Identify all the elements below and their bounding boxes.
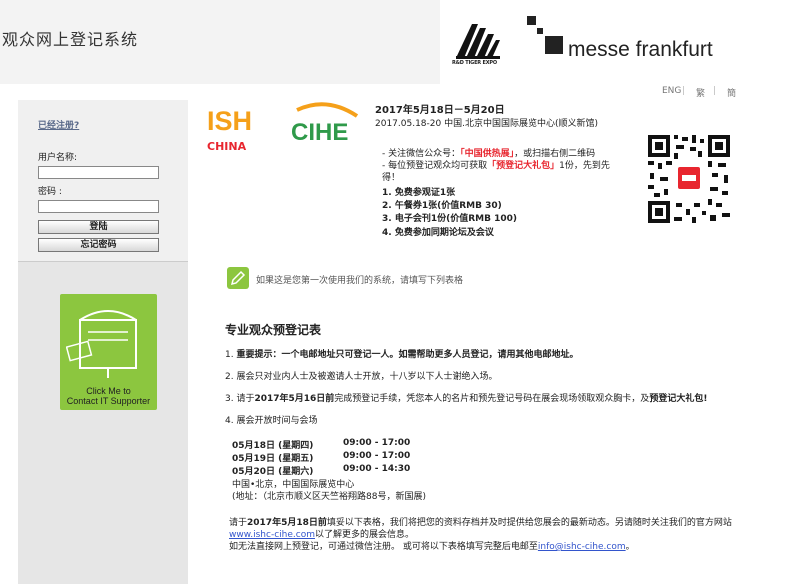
- email-link[interactable]: info@ishc-cihe.com: [538, 542, 626, 552]
- system-title: 观众网上登记系统: [2, 30, 139, 49]
- messe-frankfurt-wordmark: messe frankfurt: [568, 38, 713, 61]
- cihe-logo: CIHE: [291, 102, 359, 146]
- note-1: 1. 重要提示：一个电邮地址只可登记一人。如需帮助更多人员登记，请用其他电邮地址…: [225, 347, 578, 360]
- username-input[interactable]: [38, 166, 159, 179]
- lang-separator: |: [682, 86, 686, 96]
- already-registered-link[interactable]: 已经注册?: [38, 118, 79, 131]
- password-label: 密码 :: [38, 187, 62, 197]
- perk-item: 1. 免费参观证1张: [382, 188, 456, 198]
- forgot-password-button[interactable]: 忘记密码: [38, 238, 159, 252]
- lang-separator: |: [713, 86, 717, 96]
- note-4: 4. 展会开放时间与会场: [225, 416, 318, 426]
- ish-logo: ISH: [207, 106, 252, 137]
- form-title: 专业观众预登记表: [225, 323, 322, 337]
- note-1-num: 1.: [225, 350, 237, 360]
- gift-tip-end: 得！: [382, 173, 401, 183]
- lang-traditional-link[interactable]: 繁: [696, 86, 705, 99]
- schedule-day: 05月20日 (星期六): [232, 467, 314, 477]
- pencil-icon: [227, 267, 249, 289]
- gift-tip-red: 「预登记大礼包」: [487, 161, 560, 171]
- schedule-day: 05月19日 (星期五): [232, 454, 314, 464]
- footer-line-3-end: 。: [625, 542, 635, 552]
- schedule-time: 09:00 - 17:00: [343, 438, 411, 448]
- ish-logo-text: ISH: [207, 106, 253, 136]
- perk-item: 2. 午餐券1张(价值RMB 30): [382, 201, 502, 211]
- password-input[interactable]: [38, 200, 159, 213]
- event-place: 2017.05.18-20 中国.北京中国国际展览中心(顺义新馆): [375, 119, 598, 129]
- contact-it-line2: Contact IT Supporter: [66, 396, 151, 406]
- note-1-text: 重要提示：一个电邮地址只可登记一人。如需帮助更多人员登记，请用其他电邮地址。: [236, 350, 579, 360]
- note-3-c: 完成预登记手续，凭您本人的名片和预先登记号码在展会现场领取观众胸卡，及: [334, 394, 650, 404]
- ish-china-text: CHINA: [207, 140, 247, 153]
- note-3-a: 3. 请于: [225, 394, 255, 404]
- event-date-title: 2017年5月18日－5月20日: [375, 105, 505, 116]
- lang-simplified-link[interactable]: 簡: [727, 86, 736, 99]
- schedule-day: 05月18日 (星期四): [232, 441, 314, 451]
- rd-logo-text: R&D TIGER EXPO: [452, 60, 497, 66]
- address-text: (地址：（北京市顺义区天竺裕翔路88号，新国展): [232, 492, 426, 502]
- perk-item: 4. 免费参加同期论坛及会议: [382, 228, 494, 238]
- footer-line-3: 如无法直接网上预登记，可通过微信注册。 或可将以下表格填写完整后电邮至info@…: [229, 539, 635, 552]
- mailbox-icon: [66, 310, 137, 378]
- gift-tip-b: 1份，先到先: [559, 161, 610, 171]
- schedule-time: 09:00 - 17:00: [343, 451, 411, 461]
- login-button[interactable]: 登陆: [38, 220, 159, 234]
- messe-frankfurt-icon: [527, 16, 563, 54]
- note-3-b: 2017年5月16日前: [254, 394, 335, 404]
- schedule-time: 09:00 - 14:30: [343, 464, 411, 474]
- lang-english-link[interactable]: ENG: [662, 86, 681, 96]
- cihe-logo-text: CIHE: [291, 119, 348, 146]
- footer-line-3-text: 如无法直接网上预登记，可通过微信注册。 或可将以下表格填写完整后电邮至: [229, 542, 538, 552]
- contact-it-text[interactable]: Click Me to Contact IT Supporter: [60, 386, 157, 406]
- username-label: 用户名称:: [38, 153, 78, 163]
- perk-item: 3. 电子会刊1份(价值RMB 100): [382, 214, 517, 224]
- gift-tip: - 每位预登记观众均可获取「预登记大礼包」1份，先到先: [382, 158, 610, 171]
- note-3-d: 预登记大礼包!: [649, 394, 708, 404]
- wechat-qr-code: [646, 133, 732, 225]
- note-3: 3. 请于2017年5月16日前完成预登记手续，凭您本人的名片和预先登记号码在展…: [225, 391, 707, 404]
- first-time-message: 如果这是您第一次使用我们的系统，请填写下列表格: [256, 276, 464, 286]
- note-2: 2. 展会只对业内人士及被邀请人士开放，十八岁以下人士谢绝入场。: [225, 372, 498, 382]
- contact-it-line1: Click Me to: [86, 386, 131, 396]
